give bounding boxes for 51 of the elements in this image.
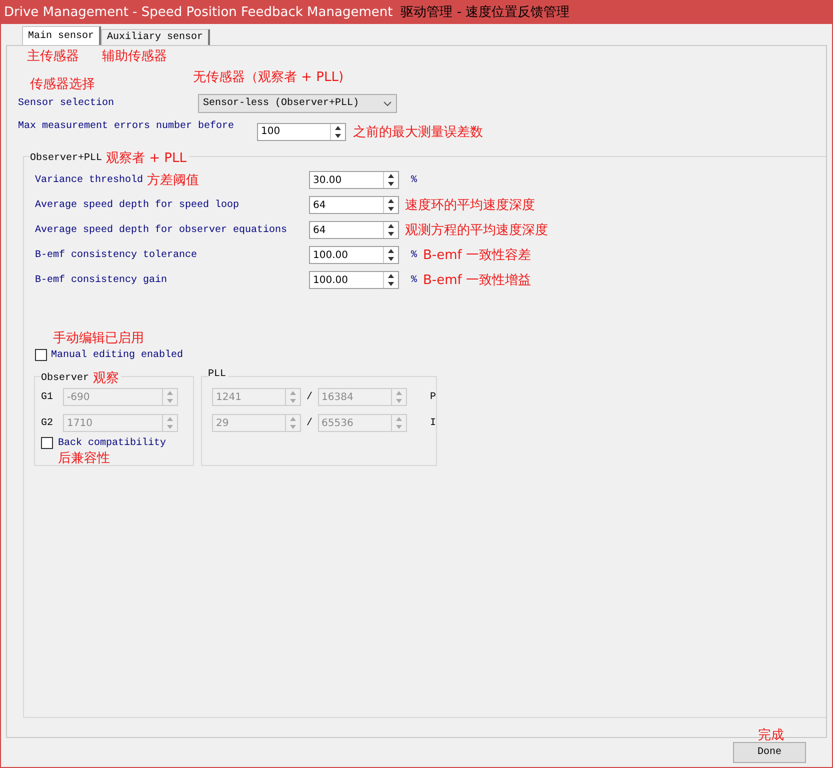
parameter-label: Average speed depth for observer equations [35,224,288,236]
spin-field[interactable]: 100.00 [309,271,399,289]
parameter-label: Variance threshold [35,174,144,186]
parameter-label: B-emf consistency gain [35,274,168,286]
tab[interactable]: Main sensor [22,26,102,45]
unit-label: % [411,250,418,260]
gain-label: G2 [41,418,54,428]
checkbox-label: Back compatibility [58,438,166,448]
field-label: Max measurement errors number before [18,121,236,132]
group-title: PLL [208,369,226,380]
title-annotation: 驱动管理 - 速度位置反馈管理 [400,4,570,21]
gain-label: I [430,418,436,428]
sensor-dropdown[interactable]: Sensor-less (Observer+PLL) [198,94,397,113]
checkbox-annotation: 手动编辑已启用 [53,331,144,346]
spin-field[interactable]: 30.00 [309,171,399,189]
label-annotation: 方差阈值 [147,172,200,189]
tab[interactable]: Auxiliary sensor [101,29,210,45]
parameter-annotation: 速度环的平均速度深度 [405,197,535,214]
tab-annotation: 主传感器 [27,48,79,65]
unit-label: % [411,274,418,286]
group-title: Observer+PLL [30,152,102,164]
field-annotation: 传感器选择 [30,76,95,93]
spin-field[interactable]: 100 [257,122,346,140]
parameter-annotation: 观测方程的平均速度深度 [405,222,548,239]
group-title: Observer [41,372,90,384]
parameter-label: B-emf consistency tolerance [35,250,198,260]
manual-editing-checkbox[interactable] [35,349,47,361]
group-annotation: 观察 [93,370,120,387]
checkbox-annotation: 后兼容性 [58,451,110,466]
unit-label: % [411,174,418,186]
button-annotation: 完成 [758,730,784,742]
parameter-annotation: B-emf 一致性增益 [423,272,531,289]
group-annotation: 观察者 + PLL [106,150,186,167]
chevron-down-icon [383,100,392,106]
done-button[interactable]: Done [733,742,806,763]
parameter-label: Average speed depth for speed loop [35,200,240,210]
fraction-slash: / [306,418,312,428]
gain-label: P [430,392,436,402]
checkbox-label: Manual editing enabled [51,350,184,360]
value-annotation: 无传感器（观察者 + PLL) [193,69,344,86]
spin-field[interactable]: 64 [309,221,399,239]
window-title: Drive Management - Speed Position Feedback Management [4,4,393,20]
gain-label: G1 [41,392,54,402]
parameter-annotation: B-emf 一致性容差 [423,247,531,264]
field-annotation: 之前的最大测量误差数 [353,124,483,140]
spin-field[interactable]: 64 [309,196,399,214]
field-label: Sensor selection [18,98,116,109]
back-compatibility-checkbox[interactable] [41,437,53,449]
spin-field[interactable]: 100.00 [309,246,399,264]
fraction-slash: / [306,392,312,402]
tab-annotation: 辅助传感器 [102,48,167,65]
